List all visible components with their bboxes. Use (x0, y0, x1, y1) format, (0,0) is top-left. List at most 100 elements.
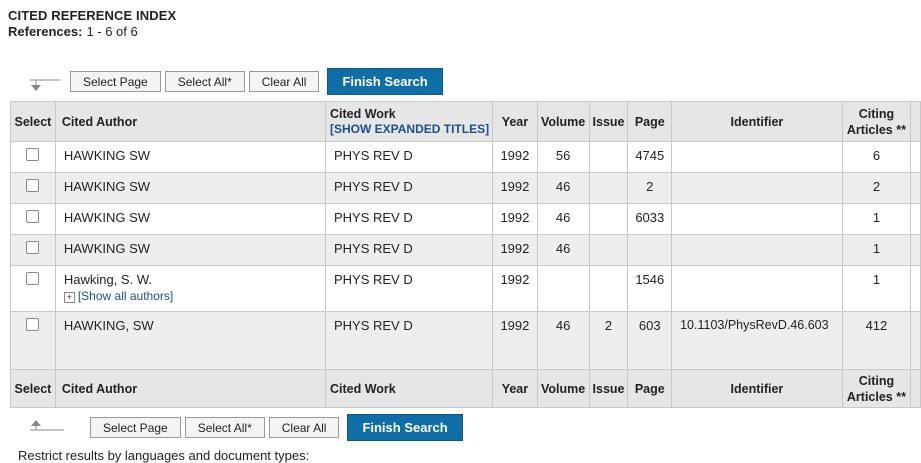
select-all-button[interactable]: Select All* (164, 71, 245, 92)
year-cell: 1992 (492, 311, 538, 370)
show-all-authors[interactable]: + [Show all authors] (63, 288, 324, 303)
volume-cell: 46 (536, 311, 590, 370)
finish-search-button[interactable]: Finish Search (347, 414, 463, 441)
extra-cell (910, 172, 921, 204)
year-cell: 1992 (492, 172, 538, 204)
cited-author-cell: HAWKING, SW (54, 311, 326, 370)
col-citing-articles: Citing Articles ** (841, 369, 912, 408)
citing-articles-cell[interactable]: 1 (841, 265, 912, 312)
col-volume: Volume (536, 369, 590, 408)
page-cell: 603 (627, 311, 673, 370)
col-cited-work: Cited Work [SHOW EXPANDED TITLES] (324, 101, 494, 142)
cited-work-cell: PHYS REV D (324, 141, 494, 173)
show-all-authors-link[interactable]: [Show all authors] (78, 289, 173, 303)
col-issue: Issue (588, 101, 629, 142)
col-extra (910, 369, 921, 408)
col-year: Year (492, 369, 538, 408)
row-checkbox[interactable] (26, 179, 40, 192)
page-cell: 2 (627, 172, 673, 204)
col-cited-work-label: Cited Work (329, 106, 396, 121)
references-label: References: (8, 24, 83, 39)
show-expanded-titles-link[interactable]: [SHOW EXPANDED TITLES] (330, 122, 491, 137)
page-header: CITED REFERENCE INDEX References: 1 - 6 o… (8, 8, 176, 39)
row-select-cell (10, 141, 56, 173)
finish-search-button[interactable]: Finish Search (327, 68, 443, 95)
col-identifier: Identifier (671, 369, 843, 408)
top-toolbar: Select Page Select All* Clear All Finish… (24, 68, 443, 95)
cited-author-cell: Hawking, S. W. + [Show all authors] (54, 265, 326, 312)
row-checkbox[interactable] (26, 318, 40, 331)
volume-cell: 46 (536, 234, 590, 266)
select-page-button[interactable]: Select Page (70, 71, 161, 92)
clear-all-button[interactable]: Clear All (248, 71, 320, 92)
cited-reference-table: Select Cited Author Cited Work [SHOW EXP… (10, 101, 921, 408)
extra-cell (910, 311, 921, 370)
volume-cell: 46 (536, 172, 590, 204)
cited-author-cell: HAWKING SW (54, 234, 326, 266)
citing-articles-cell[interactable]: 1 (841, 234, 912, 266)
bottom-toolbar: Select Page Select All* Clear All Finish… (24, 414, 463, 441)
identifier-cell (671, 234, 843, 266)
citing-articles-cell[interactable]: 1 (841, 203, 912, 235)
identifier-cell: 10.1103/PhysRevD.46.603 (671, 311, 843, 370)
expand-plus-icon[interactable]: + (63, 292, 75, 303)
citing-articles-cell[interactable]: 412 (841, 311, 912, 370)
select-page-button[interactable]: Select Page (90, 417, 181, 438)
cited-author-cell: HAWKING SW (54, 172, 326, 204)
col-select: Select (10, 369, 56, 408)
cited-author-cell: HAWKING SW (54, 203, 326, 235)
page-cell: 6033 (627, 203, 673, 235)
citing-articles-cell[interactable]: 6 (841, 141, 912, 173)
col-cited-author: Cited Author (54, 101, 326, 142)
select-all-button[interactable]: Select All* (184, 417, 265, 438)
page-cell (627, 234, 673, 266)
arrow-up-icon (30, 419, 64, 430)
citing-articles-cell[interactable]: 2 (841, 172, 912, 204)
volume-cell: 56 (536, 141, 590, 173)
col-year: Year (492, 101, 538, 142)
extra-cell (910, 203, 921, 235)
col-citing-articles: Citing Articles ** (841, 101, 912, 142)
cited-work-cell: PHYS REV D (324, 311, 494, 370)
row-checkbox[interactable] (26, 210, 40, 223)
col-select: Select (10, 101, 56, 142)
row-select-cell (10, 172, 56, 204)
issue-cell (588, 203, 629, 235)
page-title: CITED REFERENCE INDEX (8, 8, 177, 23)
col-page: Page (627, 369, 673, 408)
col-page: Page (627, 101, 673, 142)
col-cited-work: Cited Work (324, 369, 494, 408)
cited-work-cell: PHYS REV D (324, 172, 494, 204)
cited-author-name: Hawking, S. W. (63, 272, 152, 287)
col-issue: Issue (588, 369, 629, 408)
year-cell: 1992 (492, 203, 538, 235)
issue-cell (588, 172, 629, 204)
col-cited-author: Cited Author (54, 369, 326, 408)
volume-cell (536, 265, 590, 312)
col-volume: Volume (536, 101, 590, 142)
row-select-cell (10, 203, 56, 235)
table-footer-row: Select Cited Author Cited Work Year Volu… (10, 369, 921, 408)
identifier-cell (671, 172, 843, 204)
arrow-down-icon (30, 79, 60, 91)
row-checkbox[interactable] (26, 241, 40, 254)
references-count: References: 1 - 6 of 6 (8, 24, 176, 39)
row-select-cell (10, 265, 56, 312)
identifier-cell (671, 203, 843, 235)
cited-work-cell: PHYS REV D (324, 265, 494, 312)
col-identifier: Identifier (671, 101, 843, 142)
row-checkbox[interactable] (26, 272, 40, 285)
row-checkbox[interactable] (26, 148, 40, 161)
table-row: HAWKING SW PHYS REV D 1992 46 2 2 (10, 172, 921, 204)
table-row: HAWKING SW PHYS REV D 1992 46 6033 1 (10, 203, 921, 235)
clear-all-button[interactable]: Clear All (268, 417, 340, 438)
cited-author-cell: HAWKING SW (54, 141, 326, 173)
table-header-row: Select Cited Author Cited Work [SHOW EXP… (10, 101, 921, 142)
year-cell: 1992 (492, 234, 538, 266)
page-cell: 4745 (627, 141, 673, 173)
year-cell: 1992 (492, 265, 538, 312)
issue-cell (588, 265, 629, 312)
extra-cell (910, 141, 921, 173)
table-row: Hawking, S. W. + [Show all authors] PHYS … (10, 265, 921, 312)
table-row: HAWKING, SW PHYS REV D 1992 46 2 603 10.… (10, 311, 921, 370)
